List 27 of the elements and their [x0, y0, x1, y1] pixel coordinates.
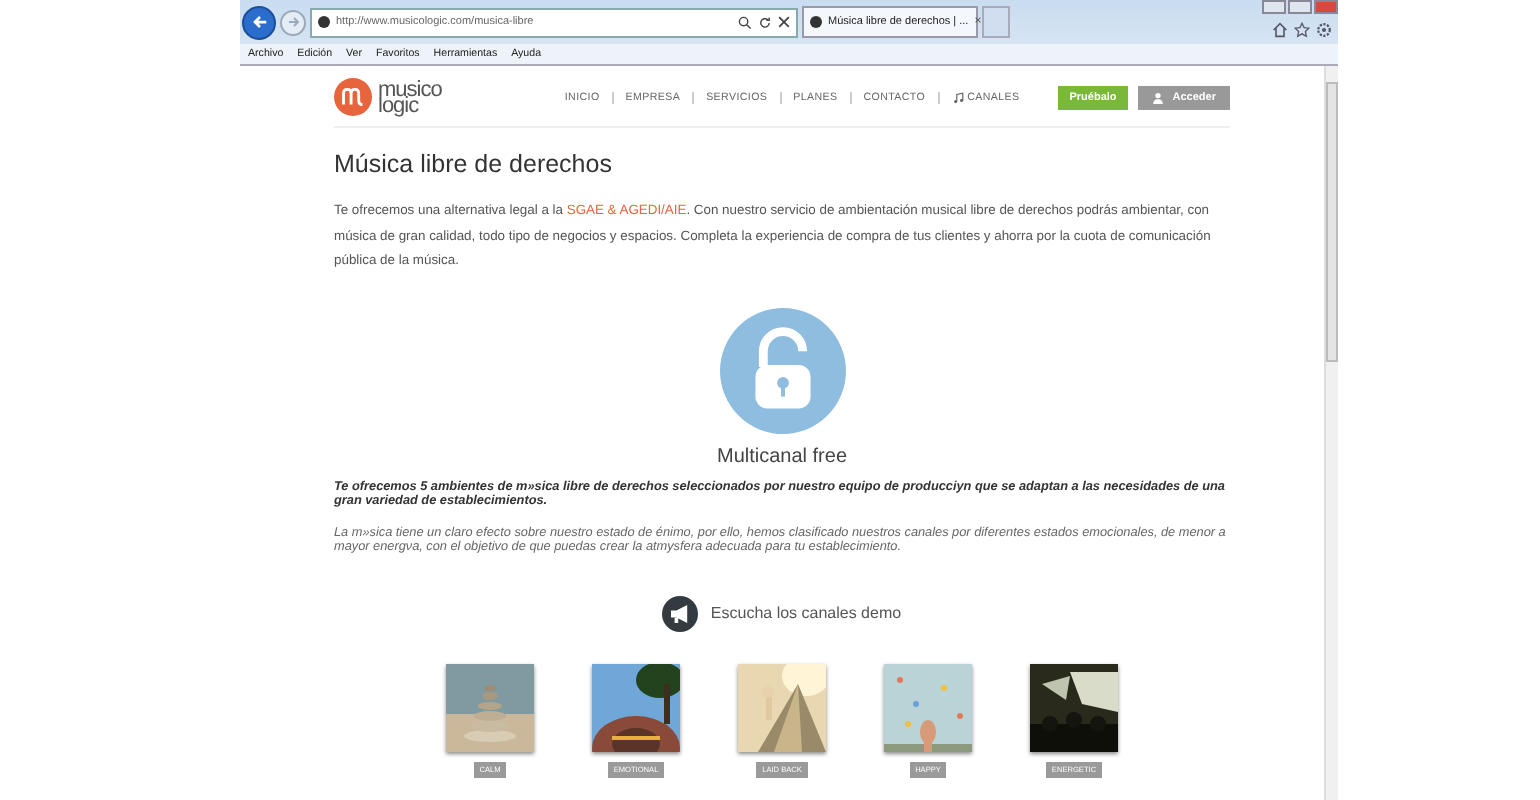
minimize-button[interactable] [1262, 0, 1286, 14]
search-icon[interactable] [738, 15, 752, 29]
scrollbar[interactable] [1324, 66, 1338, 800]
back-arrow-icon [249, 12, 269, 32]
maximize-button[interactable] [1288, 0, 1312, 14]
settings-icon[interactable] [1316, 22, 1332, 38]
refresh-icon[interactable] [758, 15, 772, 29]
forward-arrow-icon [285, 14, 301, 30]
back-button[interactable] [242, 5, 276, 39]
user-icon [1152, 91, 1165, 103]
scrollbar-thumb[interactable] [1326, 82, 1338, 362]
logo-text[interactable]: musico [378, 81, 442, 97]
unlocked-padlock-icon [719, 307, 845, 433]
home-icon[interactable] [1272, 22, 1288, 38]
music-note-icon [951, 91, 964, 103]
close-icon[interactable] [778, 16, 790, 28]
megaphone-icon [662, 595, 699, 631]
logo-text[interactable]: logic [378, 97, 442, 113]
logo-icon[interactable] [334, 78, 372, 116]
star-icon[interactable] [1294, 22, 1310, 38]
page-heading: Música libre de derechos [334, 150, 614, 178]
site-favicon-icon [318, 16, 330, 28]
forward-button[interactable] [280, 9, 306, 35]
site-favicon-icon [810, 16, 822, 28]
new-tab-button[interactable] [982, 6, 1010, 38]
demo-title: Escucha los canales demo [710, 604, 902, 622]
feature-title: Multicanal free [716, 445, 848, 467]
